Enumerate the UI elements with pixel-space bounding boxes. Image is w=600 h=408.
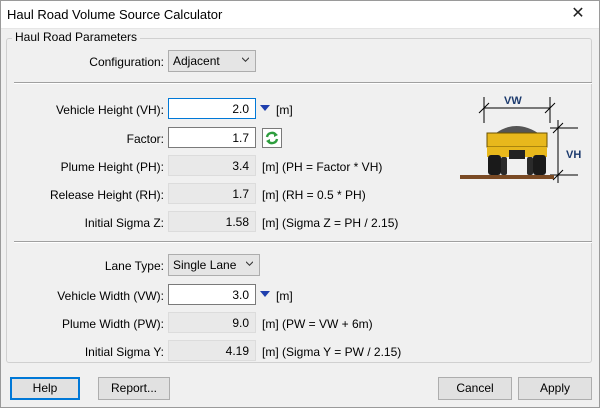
lane-type-label: Lane Type: — [104, 259, 164, 273]
plume-width-value: 9.0 — [168, 312, 256, 333]
haul-truck-diagram: VW VH — [460, 95, 581, 183]
plume-height-note: [m] (PH = Factor * VH) — [262, 160, 383, 174]
configuration-label: Configuration: — [89, 55, 164, 69]
section-divider-bottom — [14, 241, 592, 243]
plume-height-label: Plume Height (PH): — [60, 160, 164, 174]
plume-width-label: Plume Width (PW): — [61, 317, 164, 331]
lane-type-select[interactable]: Single Lane — [168, 254, 260, 276]
chevron-down-icon — [242, 57, 249, 62]
initial-sigma-z-value: 1.58 — [168, 211, 256, 232]
vehicle-width-label: Vehicle Width (VW): — [57, 289, 164, 303]
vw-label: VW — [504, 95, 522, 107]
release-height-value: 1.7 — [168, 183, 256, 204]
initial-sigma-y-value: 4.19 — [168, 340, 256, 361]
vehicle-height-label: Vehicle Height (VH): — [55, 103, 164, 117]
vh-label: VH — [566, 149, 581, 161]
cancel-button[interactable]: Cancel — [438, 377, 512, 400]
initial-sigma-z-label: Initial Sigma Z: — [84, 216, 164, 230]
refresh-icon — [263, 129, 281, 147]
release-height-label: Release Height (RH): — [49, 188, 164, 202]
factor-input[interactable]: 1.7 — [168, 127, 256, 148]
triangle-down-icon[interactable] — [260, 291, 270, 297]
release-height-note: [m] (RH = 0.5 * PH) — [262, 188, 366, 202]
lane-type-value: Single Lane — [173, 258, 237, 272]
section-divider-top — [14, 82, 592, 84]
initial-sigma-z-note: [m] (Sigma Z = PH / 2.15) — [262, 216, 399, 230]
vehicle-width-unit: [m] — [276, 289, 293, 303]
configuration-select[interactable]: Adjacent — [168, 50, 256, 72]
vehicle-height-unit: [m] — [276, 103, 293, 117]
initial-sigma-y-note: [m] (Sigma Y = PW / 2.15) — [262, 345, 402, 359]
chevron-down-icon — [246, 261, 253, 266]
initial-sigma-y-label: Initial Sigma Y: — [84, 345, 164, 359]
apply-button[interactable]: Apply — [518, 377, 592, 400]
report-button[interactable]: Report... — [98, 377, 170, 400]
refresh-button[interactable] — [262, 128, 282, 148]
help-button[interactable]: Help — [10, 377, 80, 400]
plume-height-value: 3.4 — [168, 155, 256, 176]
title-bar: Haul Road Volume Source Calculator ✕ — [0, 0, 600, 29]
vehicle-height-input[interactable]: 2.0 — [168, 98, 256, 119]
configuration-value: Adjacent — [173, 54, 220, 68]
triangle-down-icon[interactable] — [260, 105, 270, 111]
plume-width-note: [m] (PW = VW + 6m) — [262, 317, 373, 331]
group-title: Haul Road Parameters — [12, 30, 141, 44]
factor-label: Factor: — [126, 132, 164, 146]
window-title: Haul Road Volume Source Calculator — [7, 7, 223, 22]
vehicle-width-input[interactable]: 3.0 — [168, 284, 256, 305]
close-icon[interactable]: ✕ — [556, 0, 600, 28]
